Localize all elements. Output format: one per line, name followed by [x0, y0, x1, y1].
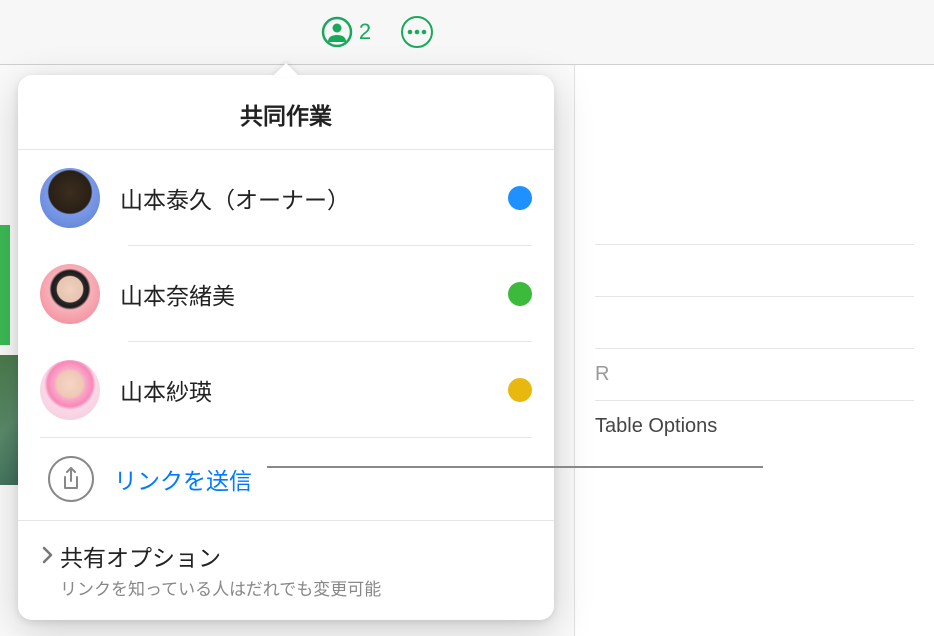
- sidebar-label: R: [595, 363, 609, 385]
- sidebar-label: Table Options: [595, 415, 717, 437]
- toolbar: 2: [0, 0, 934, 65]
- collab-count: 2: [359, 19, 371, 45]
- sidebar-section[interactable]: Table Options: [595, 401, 914, 452]
- share-options-row[interactable]: 共有オプション リンクを知っている人はだれでも変更可能: [18, 521, 554, 620]
- more-toolbar-button[interactable]: [401, 16, 433, 48]
- share-options-title: 共有オプション: [60, 539, 532, 573]
- participant-row[interactable]: 山本泰久（オーナー）: [18, 150, 554, 246]
- popover-title: 共同作業: [18, 75, 554, 150]
- popover-arrow: [272, 63, 300, 77]
- sidebar-section: [595, 297, 914, 349]
- send-link-label: リンクを送信: [114, 462, 252, 496]
- participant-name: 山本泰久（オーナー）: [120, 181, 488, 215]
- ellipsis-icon: [407, 29, 427, 35]
- status-dot: [508, 378, 532, 402]
- collaboration-toolbar-button[interactable]: 2: [321, 16, 371, 48]
- share-icon: [48, 456, 94, 502]
- sidebar-section: [595, 245, 914, 297]
- background-accent: [0, 225, 10, 345]
- status-dot: [508, 282, 532, 306]
- share-options-subtitle: リンクを知っている人はだれでも変更可能: [60, 575, 532, 600]
- person-circle-icon: [321, 16, 353, 48]
- annotation-callout-line: [267, 466, 763, 468]
- avatar: [40, 360, 100, 420]
- send-link-row[interactable]: リンクを送信: [18, 438, 554, 521]
- participant-row[interactable]: 山本奈緒美: [18, 246, 554, 342]
- sidebar-section: [595, 85, 914, 245]
- avatar: [40, 168, 100, 228]
- avatar: [40, 264, 100, 324]
- collaboration-popover: 共同作業 山本泰久（オーナー） 山本奈緒美山本紗瑛 リンクを送信 共有オプション …: [18, 75, 554, 620]
- participant-name: 山本紗瑛: [120, 373, 488, 407]
- status-dot: [508, 186, 532, 210]
- participant-row[interactable]: 山本紗瑛: [18, 342, 554, 438]
- participant-name: 山本奈緒美: [120, 277, 488, 311]
- format-sidebar: R Table Options: [574, 65, 934, 636]
- sidebar-section[interactable]: R: [595, 349, 914, 401]
- chevron-right-icon: [40, 545, 54, 565]
